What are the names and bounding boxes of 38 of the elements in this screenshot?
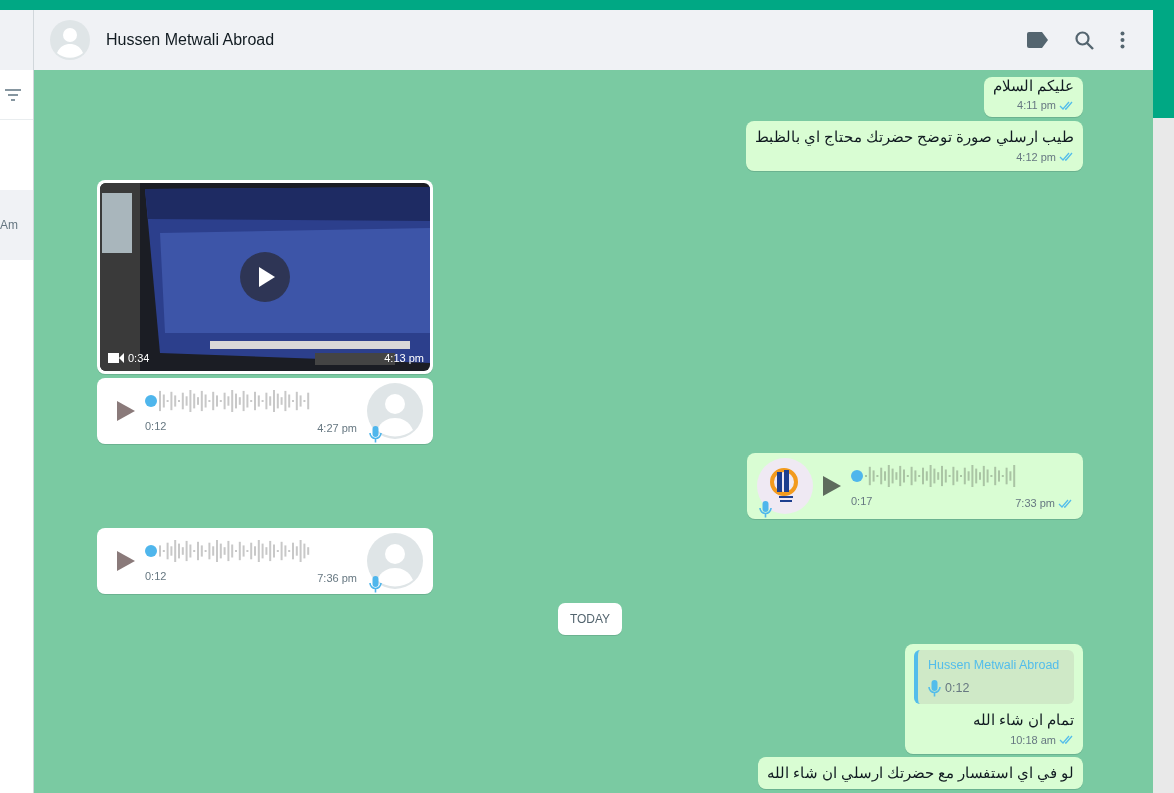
microphone-icon	[369, 576, 382, 593]
message-time: 10:18 am	[1010, 732, 1056, 748]
progress-thumb[interactable]	[145, 394, 157, 407]
microphone-icon	[759, 501, 772, 518]
progress-thumb[interactable]	[145, 544, 157, 557]
avatar-icon	[367, 383, 423, 439]
microphone-icon	[369, 426, 382, 443]
search-icon[interactable]	[1075, 30, 1094, 50]
quoted-author: Hussen Metwali Abroad	[928, 657, 1061, 674]
label-icon[interactable]	[1027, 32, 1049, 48]
message-time: 4:13 pm	[384, 350, 424, 366]
message-time: 4:12 pm	[1016, 149, 1056, 165]
contact-name: Hussen Metwali Abroad	[106, 30, 276, 50]
logo-icon	[757, 458, 813, 514]
message-time: 7:33 pm	[1015, 495, 1055, 511]
play-button[interactable]	[240, 252, 290, 302]
voice-duration: 0:17	[851, 493, 873, 509]
voice-duration: 0:12	[945, 679, 970, 697]
message-text: تمام ان شاء الله	[971, 710, 1074, 730]
microphone-icon	[928, 679, 941, 697]
message-time: 4:11 pm	[1017, 98, 1056, 113]
avatar-icon	[367, 533, 423, 589]
video-camera-icon	[108, 351, 124, 364]
menu-icon[interactable]	[1120, 31, 1125, 49]
message-text: طيب ارسلي صورة توضح حضرتك محتاج اي بالظبط	[754, 127, 1074, 147]
message-text: عليكم السلام	[992, 78, 1074, 95]
quoted-message[interactable]: Hussen Metwali Abroad 0:12	[914, 650, 1074, 704]
message-text: لو في اي استفسار مع حضرتك ارسلي ان شاء الله	[766, 764, 1074, 783]
date-chip: TODAY	[557, 603, 623, 635]
message-time: 7:36 pm	[317, 570, 357, 586]
play-button[interactable]	[823, 476, 841, 496]
message-time: 4:27 pm	[317, 420, 357, 436]
progress-thumb[interactable]	[851, 469, 863, 482]
filter-icon[interactable]	[5, 88, 21, 101]
chat-time: Am	[0, 217, 18, 234]
video-duration: 0:34	[128, 350, 150, 366]
voice-duration: 0:12	[145, 418, 167, 434]
voice-duration: 0:12	[145, 568, 167, 584]
